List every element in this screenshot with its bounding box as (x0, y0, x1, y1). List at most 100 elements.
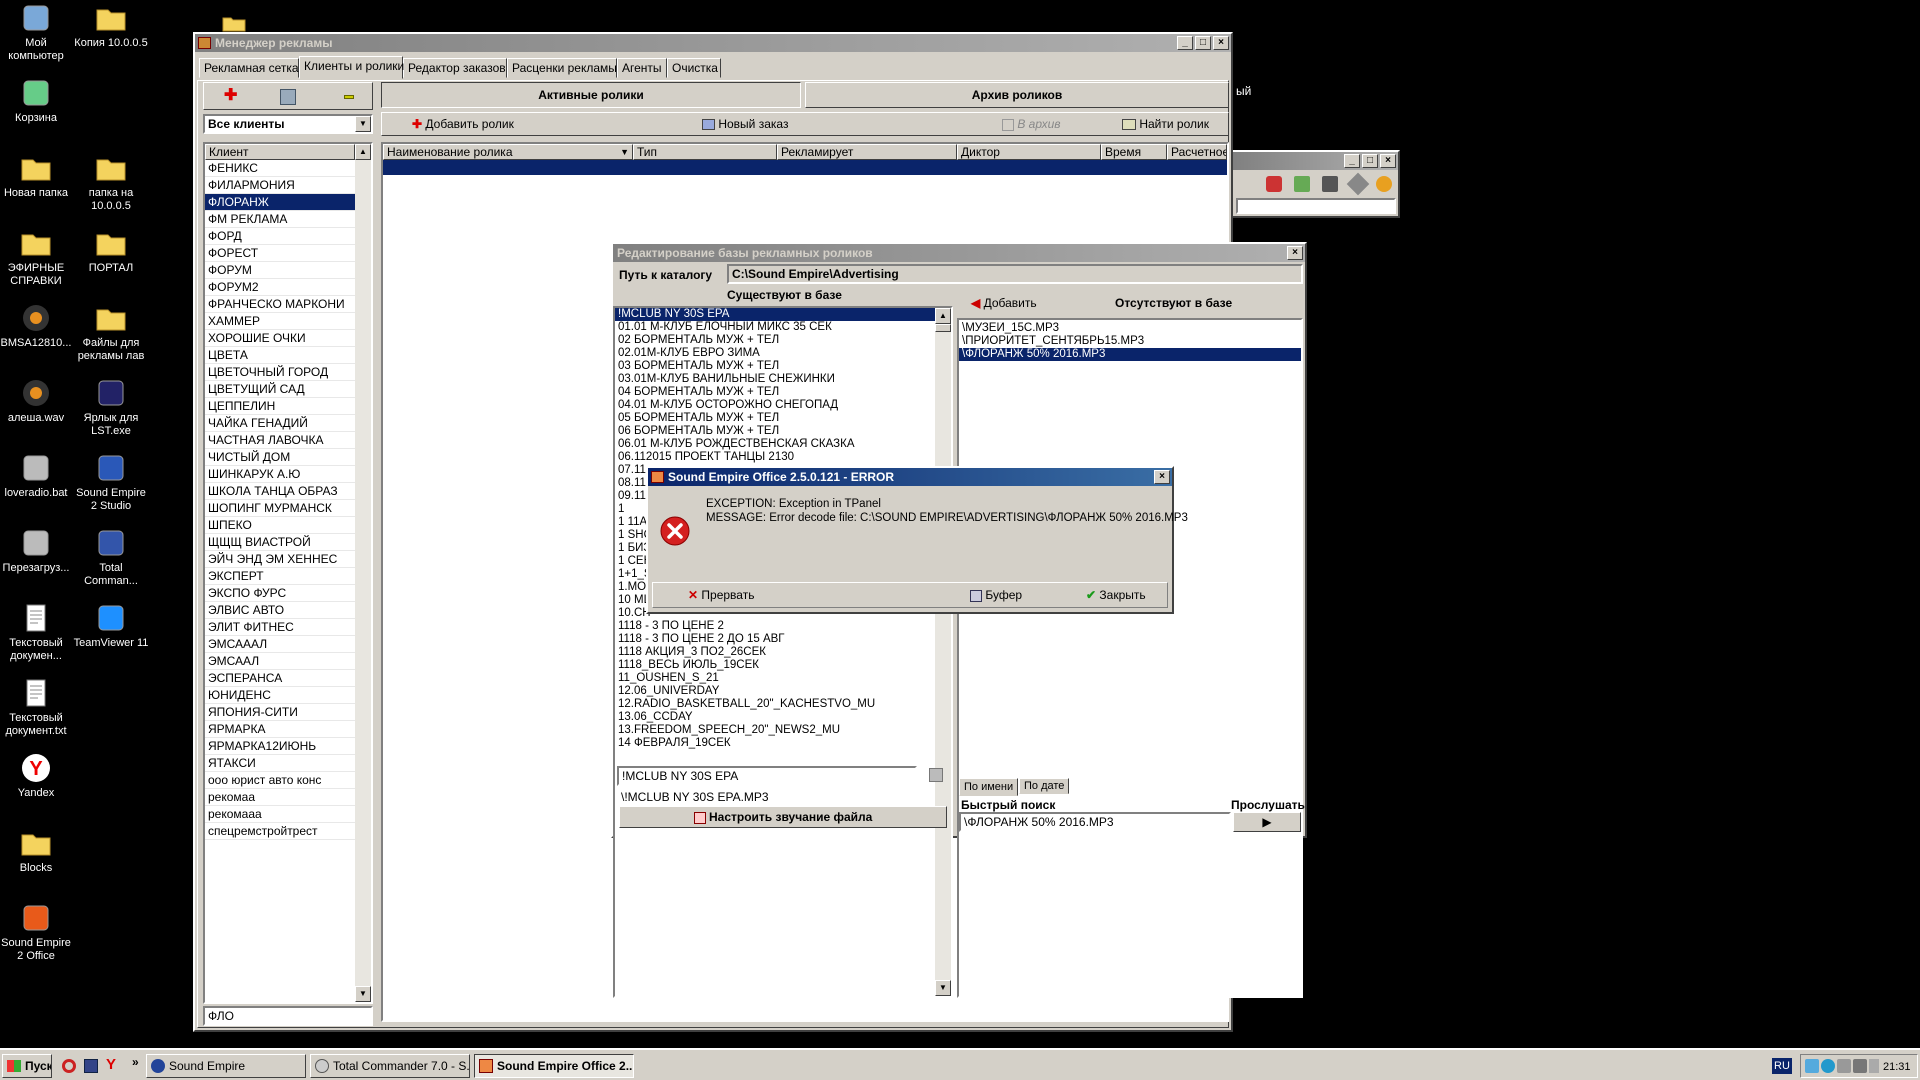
client-row[interactable]: ФИЛАРМОНИЯ (205, 177, 355, 194)
task-sound-empire-office[interactable]: Sound Empire Office 2... (474, 1054, 634, 1078)
desktop-icon[interactable]: Новая папка (0, 152, 74, 200)
desktop-icon[interactable]: TeamViewer 11 (73, 602, 149, 650)
task-sound-empire[interactable]: Sound Empire (146, 1054, 306, 1078)
client-row[interactable]: ФОРУМ (205, 262, 355, 279)
client-row[interactable]: ФМ РЕКЛАМА (205, 211, 355, 228)
tab-clients-clips[interactable]: Клиенты и ролики (299, 56, 404, 79)
db-clip-row[interactable]: 1118 АКЦИЯ_3 ПО2_26СЕК (615, 646, 935, 659)
db-clip-row[interactable]: 04 БОРМЕНТАЛЬ МУЖ + ТЕЛ (615, 386, 935, 399)
scroll-up-button[interactable]: ▲ (355, 144, 371, 160)
db-clip-row[interactable]: 14 ФЕВРАЛЯ_19СЕК (615, 737, 935, 750)
db-clip-row[interactable]: 13.06_CCDAY (615, 711, 935, 724)
toolbar-tool-icon[interactable] (1294, 176, 1310, 192)
tab-ad-rates[interactable]: Расценки рекламы (507, 58, 617, 78)
client-row[interactable]: ФРАНЧЕСКО МАРКОНИ (205, 296, 355, 313)
add-clip-button[interactable]: ✚ Добавить ролик (412, 115, 514, 133)
db-clip-row[interactable]: 11_OUSHEN_S_21 (615, 672, 935, 685)
scroll-down-button[interactable]: ▼ (355, 986, 371, 1002)
archive-clips-header[interactable]: Архив роликов (805, 82, 1229, 108)
client-row[interactable]: ЦВЕТА (205, 347, 355, 364)
quicklaunch-save-icon[interactable] (84, 1059, 98, 1073)
close-dialog-button[interactable]: ✔ Закрыть (1086, 588, 1146, 602)
tray-network-icon[interactable] (1805, 1059, 1819, 1073)
close-button[interactable]: × (1213, 36, 1229, 50)
client-row[interactable]: ЦВЕТОЧНЫЙ ГОРОД (205, 364, 355, 381)
close-button[interactable]: × (1154, 470, 1170, 484)
client-row[interactable]: рекомааа (205, 806, 355, 823)
db-clip-row[interactable]: 02.01М-КЛУБ ЕВРО ЗИМА (615, 347, 935, 360)
missing-file-row[interactable]: \ПРИОРИТЕТ_СЕНТЯБРЬ15.MP3 (959, 335, 1301, 348)
client-row[interactable]: ЦВЕТУЩИЙ САД (205, 381, 355, 398)
desktop-icon[interactable]: Blocks (0, 827, 74, 875)
missing-file-row[interactable]: \ФЛОРАНЖ 50% 2016.MP3 (959, 348, 1301, 361)
add-to-db-button[interactable]: ◀ Добавить (971, 296, 1037, 310)
tab-cleanup[interactable]: Очистка (667, 58, 721, 78)
scroll-up-button[interactable]: ▲ (935, 308, 951, 324)
db-clip-row[interactable]: 1118_ВЕСЬ ИЮЛЬ_19СЕК (615, 659, 935, 672)
find-clip-button[interactable]: Найти ролик (1122, 115, 1209, 133)
desktop-icon[interactable]: Файлы для рекламы лав (73, 302, 149, 363)
desktop-icon[interactable]: Y Yandex (0, 752, 74, 800)
clip-name-input[interactable]: !MCLUB NY 30S EPA (617, 766, 917, 786)
db-clip-row[interactable]: 06.112015 ПРОЕКТ ТАНЦЫ 2130 (615, 451, 935, 464)
scroll-down-button[interactable]: ▼ (935, 980, 951, 996)
clips-column-header[interactable]: Диктор (957, 144, 1101, 160)
client-row[interactable]: рекомаа (205, 789, 355, 806)
db-clip-row[interactable]: 12.06_UNIVERDAY (615, 685, 935, 698)
tray-volume-icon[interactable] (1853, 1059, 1867, 1073)
client-row[interactable]: ЯРМАРКА (205, 721, 355, 738)
minimize-button[interactable]: _ (1177, 36, 1193, 50)
client-row[interactable]: ЯПОНИЯ-СИТИ (205, 704, 355, 721)
adjust-sound-button[interactable]: Настроить звучание файла (619, 806, 947, 828)
db-clip-row[interactable]: 1118 - 3 ПО ЦЕНЕ 2 ДО 15 АВГ (615, 633, 935, 646)
tab-sort-by-name[interactable]: По имени (959, 778, 1019, 796)
maximize-button[interactable]: □ (1195, 36, 1211, 50)
desktop-icon[interactable]: алеша.wav (0, 377, 74, 425)
client-row[interactable]: ФЛОРАНЖ (205, 194, 355, 211)
client-column-header[interactable]: Клиент (205, 144, 355, 160)
buffer-button[interactable]: Буфер (970, 588, 1022, 602)
folder-icon[interactable] (222, 14, 246, 32)
client-list-scrollbar[interactable]: ▲ ▼ (355, 144, 371, 1002)
desktop-icon[interactable]: BMSA12810... (0, 302, 74, 350)
desktop-icon[interactable]: ПОРТАЛ (73, 227, 149, 275)
desktop-icon[interactable]: Текстовый документ.txt (0, 677, 74, 738)
clipboard-icon[interactable] (929, 768, 943, 782)
desktop-icon[interactable]: Копия 10.0.0.5 (73, 2, 149, 50)
tray-monitor-icon[interactable] (1837, 1059, 1851, 1073)
quicklaunch-yandex-icon[interactable]: Y (106, 1056, 116, 1073)
abort-button[interactable]: ✕ Прервать (688, 588, 754, 602)
client-row[interactable]: ФОРУМ2 (205, 279, 355, 296)
client-row[interactable]: ЭЙЧ ЭНД ЭМ ХЕННЕС (205, 551, 355, 568)
filter-icon[interactable]: ▼ (620, 145, 629, 159)
remove-client-icon[interactable] (344, 95, 354, 99)
clips-column-header[interactable]: Рекламирует (777, 144, 957, 160)
close-button[interactable]: × (1380, 154, 1396, 168)
db-clip-row[interactable]: 12.RADIO_BASKETBALL_20"_KACHESTVO_MU (615, 698, 935, 711)
client-row[interactable]: ооо юрист авто конс (205, 772, 355, 789)
exists-list-scrollbar[interactable]: ▲ ▼ (935, 308, 951, 996)
db-clip-row[interactable]: 01.01 М-КЛУБ ЕЛОЧНЫЙ МИКС 35 СЕК (615, 321, 935, 334)
clips-column-header[interactable]: Тип (633, 144, 777, 160)
client-row[interactable]: ЧАЙКА ГЕНАДИЙ (205, 415, 355, 432)
tab-sort-by-date[interactable]: По дате (1019, 778, 1070, 794)
toolbar-tool-icon[interactable] (1266, 176, 1282, 192)
tray-other-icon[interactable] (1869, 1059, 1879, 1073)
client-filter-select[interactable]: Все клиенты ▼ (203, 114, 373, 134)
tab-ad-grid[interactable]: Рекламная сетка (199, 58, 299, 78)
selected-clip-row[interactable] (383, 160, 1227, 175)
client-row[interactable]: ХОРОШИЕ ОЧКИ (205, 330, 355, 347)
client-row[interactable]: ЭКСПО ФУРС (205, 585, 355, 602)
client-row[interactable]: ШКОЛА ТАНЦА ОБРАЗ (205, 483, 355, 500)
client-row[interactable]: ЭЛИТ ФИТНЕС (205, 619, 355, 636)
maximize-button[interactable]: □ (1362, 154, 1378, 168)
active-clips-header[interactable]: Активные ролики (381, 82, 801, 108)
db-clip-row[interactable]: 02 БОРМЕНТАЛЬ МУЖ + ТЕЛ (615, 334, 935, 347)
client-row[interactable]: ХАММЕР (205, 313, 355, 330)
desktop-icon[interactable]: Мой компьютер (0, 2, 74, 63)
client-row[interactable]: ЭКСПЕРТ (205, 568, 355, 585)
edit-client-icon[interactable] (280, 89, 296, 105)
toolbar-tool-icon[interactable] (1376, 176, 1392, 192)
client-row[interactable]: ЭСПЕРАНСА (205, 670, 355, 687)
db-clip-row[interactable]: 1118 - 3 ПО ЦЕНЕ 2 (615, 620, 935, 633)
